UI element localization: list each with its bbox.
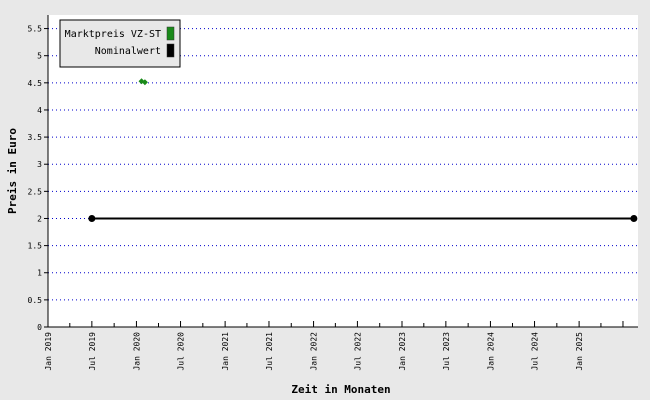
x-tick-label: Jul 2022	[353, 332, 362, 371]
x-tick-label: Jan 2023	[398, 332, 407, 371]
y-tick-label: 1	[37, 269, 42, 278]
legend-box	[59, 19, 181, 68]
y-tick-label: 3	[37, 160, 42, 169]
x-tick-label: Jan 2021	[221, 332, 230, 371]
x-tick-label: Jan 2025	[575, 332, 584, 371]
x-tick-label: Jul 2021	[265, 332, 274, 371]
legend-swatch	[166, 43, 175, 58]
x-tick-label: Jan 2024	[486, 332, 495, 371]
y-tick-label: 4	[37, 106, 42, 115]
y-tick-label: 0	[37, 323, 42, 332]
legend: Marktpreis VZ-ST Nominalwert	[59, 19, 181, 68]
y-axis-title: Preis in Euro	[6, 128, 19, 214]
x-tick-label: Jan 2019	[44, 332, 53, 371]
y-tick-label: 4.5	[28, 79, 43, 88]
y-tick-label: 0.5	[28, 296, 43, 305]
legend-swatch	[166, 26, 175, 41]
legend-label: Marktpreis VZ-ST	[65, 29, 161, 40]
y-tick-label: 2.5	[28, 187, 43, 196]
data-point-nominalwert	[630, 214, 638, 222]
y-tick-label: 5	[37, 52, 42, 61]
x-axis-title: Zeit in Monaten	[291, 383, 390, 396]
y-tick-label: 1.5	[28, 242, 43, 251]
y-tick-label: 3.5	[28, 133, 43, 142]
x-tick-label: Jan 2022	[310, 332, 319, 371]
x-tick-label: Jul 2024	[531, 332, 540, 371]
x-tick-label: Jan 2020	[132, 332, 141, 371]
x-tick-label: Jul 2020	[177, 332, 186, 371]
data-point-nominalwert	[88, 214, 96, 222]
x-tick-label: Jul 2023	[442, 332, 451, 371]
chart: 0 0.5 1 1.5 2 2.5 3 3.5 4 4.5 5 5.5 Jan 2019 Jul 201…	[0, 0, 650, 400]
y-tick-label: 2	[37, 214, 42, 223]
y-tick-label: 5.5	[28, 25, 43, 34]
x-tick-label: Jul 2019	[88, 332, 97, 371]
legend-label: Nominalwert	[95, 46, 161, 57]
